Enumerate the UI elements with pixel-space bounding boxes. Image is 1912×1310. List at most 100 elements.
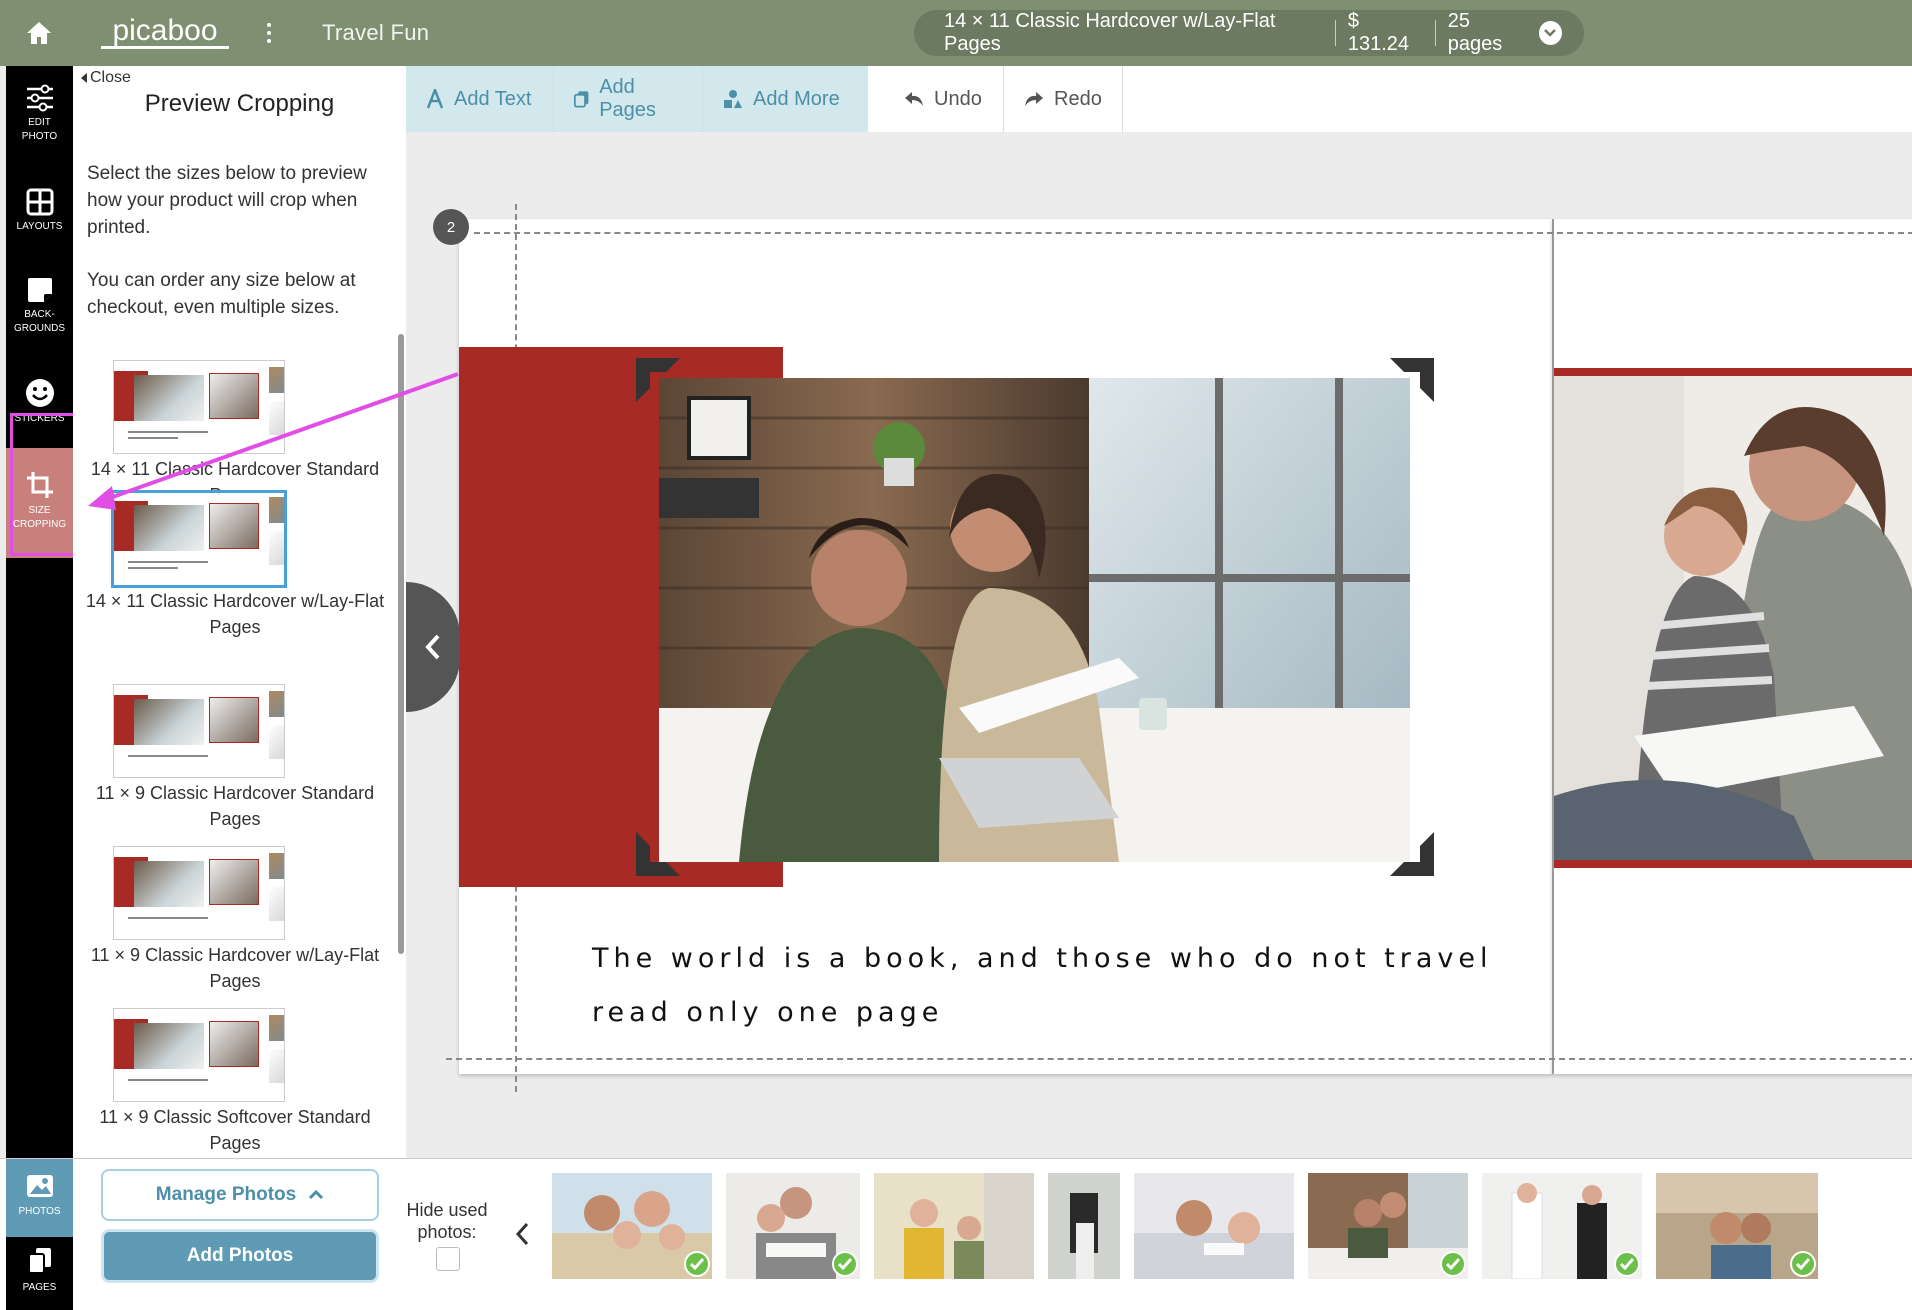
redo-icon — [1025, 92, 1043, 106]
close-button[interactable]: Close — [81, 69, 131, 87]
svg-text:picaboo: picaboo — [112, 14, 217, 47]
manage-photos-label: Manage Photos — [155, 1184, 297, 1205]
main-photo-image — [659, 378, 1410, 862]
rail-label: BACK- — [24, 309, 55, 320]
smiley-icon — [25, 379, 54, 407]
rail-label: EDIT — [28, 117, 51, 128]
product-name: 14 × 11 Classic Hardcover w/Lay-Flat Pag… — [944, 10, 1276, 55]
size-thumbnail — [113, 684, 285, 778]
home-button[interactable] — [20, 14, 58, 52]
home-icon — [27, 22, 51, 44]
right-page-photo-image — [1554, 376, 1912, 860]
sliders-icon — [26, 84, 53, 112]
quote-line: read only one page — [592, 997, 944, 1028]
shapes-icon — [724, 90, 742, 108]
redo-label: Redo — [1054, 87, 1102, 110]
photo-tray: PHOTOS PAGES Manage Photos Add Photos Hi… — [0, 1158, 1912, 1310]
add-more-label: Add More — [753, 87, 840, 110]
add-photos-button[interactable]: Add Photos — [101, 1229, 379, 1283]
safe-area-guide — [474, 232, 1912, 234]
editor-canvas: 2 The world is a book, and those who do … — [406, 132, 1912, 1158]
used-check-icon — [1790, 1251, 1816, 1277]
size-thumbnail — [113, 1008, 285, 1102]
photo-corner-handle[interactable] — [636, 358, 680, 402]
text-icon — [426, 89, 444, 109]
size-thumbnail — [113, 846, 285, 940]
rail-label: LAYOUTS — [16, 221, 63, 232]
redo-button[interactable]: Redo — [1004, 66, 1122, 132]
photo-corner-handle[interactable] — [1390, 832, 1434, 876]
photo-thumbnail[interactable] — [1482, 1173, 1642, 1279]
used-check-icon — [1440, 1251, 1466, 1277]
editor-toolbar: Add Text Add Pages Add More Undo Redo — [406, 66, 1912, 132]
layouts-icon — [26, 188, 53, 216]
product-selector[interactable]: 14 × 11 Classic Hardcover w/Lay-Flat Pag… — [914, 10, 1584, 56]
rail-item-pages[interactable]: PAGES — [6, 1247, 73, 1310]
image-icon — [26, 1175, 53, 1197]
add-pages-label: Add Pages — [599, 76, 656, 121]
tool-rail: EDIT PHOTO LAYOUTS BACK- GROUNDS STICKER… — [6, 66, 73, 1158]
used-check-icon — [1614, 1251, 1640, 1277]
photo-thumbnail[interactable] — [726, 1173, 860, 1279]
picaboo-logo[interactable]: picaboo — [100, 10, 230, 56]
add-pages-button[interactable]: Add Pages — [554, 66, 702, 132]
used-check-icon — [684, 1251, 710, 1277]
size-thumbnail — [111, 490, 287, 588]
rail-item-photos[interactable]: PHOTOS — [6, 1159, 73, 1237]
add-text-label: Add Text — [454, 87, 532, 110]
chevron-left-icon[interactable] — [513, 1219, 531, 1249]
top-bar: picaboo Travel Fun 14 × 11 Classic Hardc… — [0, 0, 1912, 66]
undo-button[interactable]: Undo — [884, 66, 1002, 132]
panel-description: Select the sizes below to preview how yo… — [87, 160, 387, 321]
pages-icon — [27, 1248, 51, 1274]
size-label: 11 × 9 Classic Hardcover w/Lay-Flat Page… — [90, 945, 380, 991]
used-check-icon — [832, 1251, 858, 1277]
main-photo[interactable] — [659, 378, 1410, 862]
pages-icon — [574, 91, 589, 108]
photo-thumbnail[interactable] — [552, 1173, 712, 1279]
undo-label: Undo — [934, 87, 982, 110]
rail-label: PAGES — [22, 1282, 57, 1293]
panel-desc-2: You can order any size below at checkout… — [87, 270, 356, 318]
backgrounds-icon — [27, 278, 52, 302]
size-label: 14 × 11 Classic Hardcover w/Lay-Flat Pag… — [85, 591, 385, 637]
preview-cropping-panel: Close Preview Cropping Select the sizes … — [73, 66, 406, 1158]
photo-thumbnail[interactable] — [874, 1173, 1034, 1279]
more-menu-icon[interactable] — [258, 18, 280, 48]
size-thumbnail — [113, 360, 285, 454]
quote-line: The world is a book, and those who do no… — [592, 943, 1493, 974]
undo-icon — [905, 92, 923, 106]
add-text-button[interactable]: Add Text — [406, 66, 553, 132]
previous-page-button[interactable] — [406, 582, 460, 712]
page-number-badge: 2 — [433, 209, 469, 245]
add-more-button[interactable]: Add More — [703, 66, 868, 132]
product-price: $ 131.24 — [1347, 10, 1409, 55]
photo-thumbnail[interactable] — [1048, 1173, 1120, 1279]
bottom-rail: PHOTOS PAGES — [6, 1159, 73, 1310]
quote-text[interactable]: The world is a book, and those who do no… — [592, 932, 1532, 1040]
rail-label: GROUNDS — [13, 323, 66, 334]
rail-label: PHOTO — [21, 131, 58, 142]
photo-corner-handle[interactable] — [1390, 358, 1434, 402]
panel-scrollbar[interactable] — [398, 334, 404, 954]
chevron-down-icon[interactable] — [1538, 21, 1562, 45]
project-title[interactable]: Travel Fun — [322, 20, 429, 46]
hide-used-checkbox[interactable] — [436, 1247, 460, 1271]
caret-left-icon — [81, 73, 87, 83]
bleed-guide — [446, 1058, 1912, 1060]
photo-corner-handle[interactable] — [636, 832, 680, 876]
photo-thumbnail[interactable] — [1308, 1173, 1468, 1279]
manage-photos-button[interactable]: Manage Photos — [101, 1169, 379, 1221]
panel-title: Preview Cropping — [144, 90, 335, 117]
rail-item-edit-photo[interactable]: EDIT PHOTO — [6, 84, 73, 144]
rail-item-layouts[interactable]: LAYOUTS — [6, 188, 73, 234]
right-page-photo[interactable] — [1554, 376, 1912, 860]
chevron-left-icon — [425, 634, 440, 660]
photo-thumbnail[interactable] — [1656, 1173, 1818, 1279]
panel-desc-1: Select the sizes below to preview how yo… — [87, 163, 367, 238]
size-label: 11 × 9 Classic Softcover Standard Pages — [99, 1107, 371, 1153]
page-count: 25 pages — [1447, 10, 1503, 55]
rail-item-backgrounds[interactable]: BACK- GROUNDS — [6, 276, 73, 336]
photo-thumbnail[interactable] — [1134, 1173, 1294, 1279]
close-label: Close — [90, 69, 131, 86]
